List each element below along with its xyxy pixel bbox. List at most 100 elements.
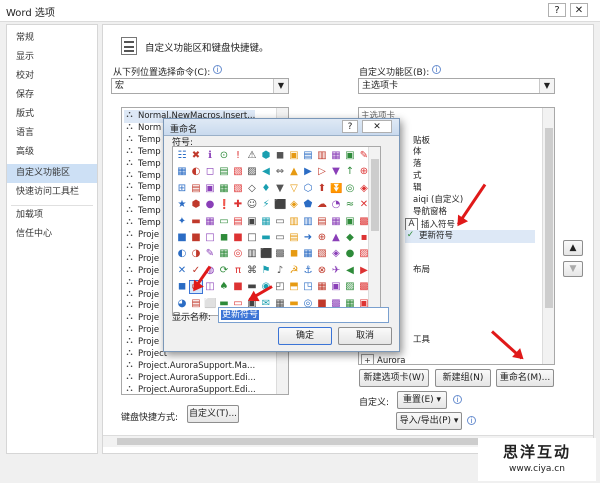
symbol-cell[interactable]: ▤ [218,166,230,178]
symbol-cell[interactable]: ◐ [176,248,188,260]
symbol-cell[interactable]: ⬡ [302,183,314,195]
symbol-cell[interactable]: ■ [232,281,244,293]
symbol-cell[interactable]: ◻ [204,166,216,178]
symbol-cell[interactable]: ▦ [302,248,314,260]
symbol-cell[interactable]: ▤ [316,216,328,228]
symbol-cell[interactable]: ⬛ [274,199,286,211]
close-button[interactable]: ✕ [570,3,588,17]
nav-quick-access[interactable]: 快速访问工具栏 [7,183,97,202]
symbol-cell[interactable]: ☺ [246,199,258,211]
help-button[interactable]: ? [548,3,566,17]
symbol-cell[interactable]: ▽ [288,183,300,195]
symbol-cell[interactable]: ◫ [204,281,216,293]
symbol-cell[interactable]: ⊞ [176,183,188,195]
symbol-cell[interactable]: ⟳ [218,265,230,277]
reset-button[interactable]: 重置(E) ▾ [397,391,447,409]
symbol-cell[interactable]: ◆ [344,232,356,244]
symbol-cell[interactable]: ▧ [232,183,244,195]
symbol-cell[interactable]: ⬆ [316,183,328,195]
symbol-cell[interactable]: ◑ [190,248,202,260]
ok-button[interactable]: 确定 [278,327,332,345]
symbol-cell[interactable]: ▦ [176,166,188,178]
symbol-cell[interactable]: ▦ [218,183,230,195]
symbol-cell[interactable]: ! [232,150,244,162]
symbol-cell[interactable]: ◎ [232,248,244,260]
symbol-cell[interactable]: ✓ [190,265,202,277]
ribbon-tree-item[interactable]: ✓ 更新符号 [405,230,535,243]
symbol-cell[interactable]: ☭ [288,265,300,277]
symbol-cell[interactable]: π [232,265,244,277]
symbol-cell[interactable]: ⊙ [218,150,230,162]
nav-display[interactable]: 显示 [7,48,97,67]
symbol-cell[interactable]: ✦ [176,216,188,228]
rename-button[interactable]: 重命名(M)... [496,369,554,387]
customize-ribbon-select[interactable]: 主选项卡 ▼ [358,78,555,94]
symbol-cell[interactable]: ▭ [274,216,286,228]
symbol-cell[interactable]: ◐ [190,166,202,178]
symbol-cell[interactable]: ▣ [344,150,356,162]
symbol-cell[interactable]: ● [204,199,216,211]
symbol-cell[interactable]: ⊗ [316,265,328,277]
symbol-cell[interactable]: ⚓ [302,265,314,277]
symbol-cell[interactable]: ♦ [260,183,272,195]
symbol-cell[interactable]: ■ [190,232,202,244]
symbol-cell[interactable]: ◕ [176,298,188,310]
dialog-help-button[interactable]: ? [342,120,358,133]
symbol-cell[interactable]: ● [344,248,356,260]
nav-general[interactable]: 常规 [7,29,97,48]
macro-list-item[interactable]: ⛬ Project.AuroraSupport.Edi... [124,384,255,394]
symbol-cell[interactable]: ◼ [274,150,286,162]
symbol-cell[interactable]: ▣ [246,216,258,228]
new-group-button[interactable]: 新建组(N) [435,369,491,387]
symbol-cell[interactable]: ❗ [218,199,230,211]
symbol-cell[interactable]: ◰ [274,281,286,293]
symbol-cell[interactable]: ☷ [176,150,188,162]
symbol-cell[interactable]: ◀ [260,166,272,178]
symbol-cell[interactable]: ▬ [260,232,272,244]
scroll-thumb[interactable] [371,159,379,231]
symbol-cell[interactable]: ⬜ [204,298,216,310]
dialog-close-button[interactable]: ✕ [362,120,392,133]
symbol-cell[interactable]: ✕ [176,265,188,277]
symbol-cell[interactable]: ✚ [232,199,244,211]
symbol-cell[interactable]: ⚠ [246,150,258,162]
symbol-grid[interactable]: ☷ ✖ ℹ ⊙! ⚠ ⬢ ◼ ▣ ▤ ▥ ▦ ▣ ✎ ▦ ◐ ◻ ▤ ▧ ▨ ◀ ⇔ ▲ ▶ ▷ ▼ ↑ ⊕ ⊞ ▤ ▣ ▦ ▧ ◇ ♦ ▼ ▽ ⬡ ⬆ ⏬… [172,146,381,316]
symbol-cell[interactable]: ⬟ [302,199,314,211]
symbol-cell[interactable]: □ [246,232,258,244]
symbol-cell[interactable]: ⚡ [260,199,272,211]
symbol-cell[interactable]: ■ [176,232,188,244]
choose-from-select[interactable]: 宏 ▼ [111,78,289,94]
keyboard-customize-button[interactable]: 自定义(T)... [187,405,239,423]
symbol-cell[interactable]: ▶ [302,166,314,178]
nav-customize-ribbon[interactable]: 自定义功能区 [7,164,97,183]
symbol-cell[interactable]: ◳ [302,281,314,293]
symbol-cell[interactable]: ▦ [330,216,342,228]
symbol-cell[interactable]: ▣ [204,183,216,195]
new-tab-button[interactable]: 新建选项卡(W) [359,369,429,387]
symbol-cell[interactable]: ▧ [232,166,244,178]
nav-save[interactable]: 保存 [7,86,97,105]
symbol-cell[interactable]: ✖ [190,150,202,162]
symbol-cell[interactable]: ⬢ [190,199,202,211]
symbol-cell[interactable]: ▥ [316,150,328,162]
symbol-cell[interactable]: ▤ [288,232,300,244]
expand-icon[interactable]: + [361,354,374,364]
symbol-cell[interactable]: ◈ [330,248,342,260]
symbol-cell[interactable]: ⬢ [260,150,272,162]
symbol-cell[interactable]: ▤ [190,298,202,310]
cancel-button[interactable]: 取消 [338,327,392,345]
symbol-cell[interactable]: ▨ [246,166,258,178]
symbol-cell[interactable]: ▣ [330,281,342,293]
symbol-cell[interactable]: ☁ [316,199,328,211]
symbol-cell[interactable]: ▦ [260,216,272,228]
symbol-cell[interactable]: ▼ [274,183,286,195]
symbol-cell[interactable]: ✎ [204,248,216,260]
ribbon-tree-item[interactable]: 工具 [413,334,430,347]
symbol-cell[interactable]: ◼ [176,281,188,293]
symbol-cell[interactable]: ◼ [218,232,230,244]
symbol-cell[interactable]: ⏬ [330,183,342,195]
scroll-thumb[interactable] [545,128,553,308]
display-name-input[interactable]: 更新符号 [218,307,389,323]
symbol-cell[interactable]: ▦ [330,150,342,162]
nav-advanced[interactable]: 高级 [7,143,97,162]
